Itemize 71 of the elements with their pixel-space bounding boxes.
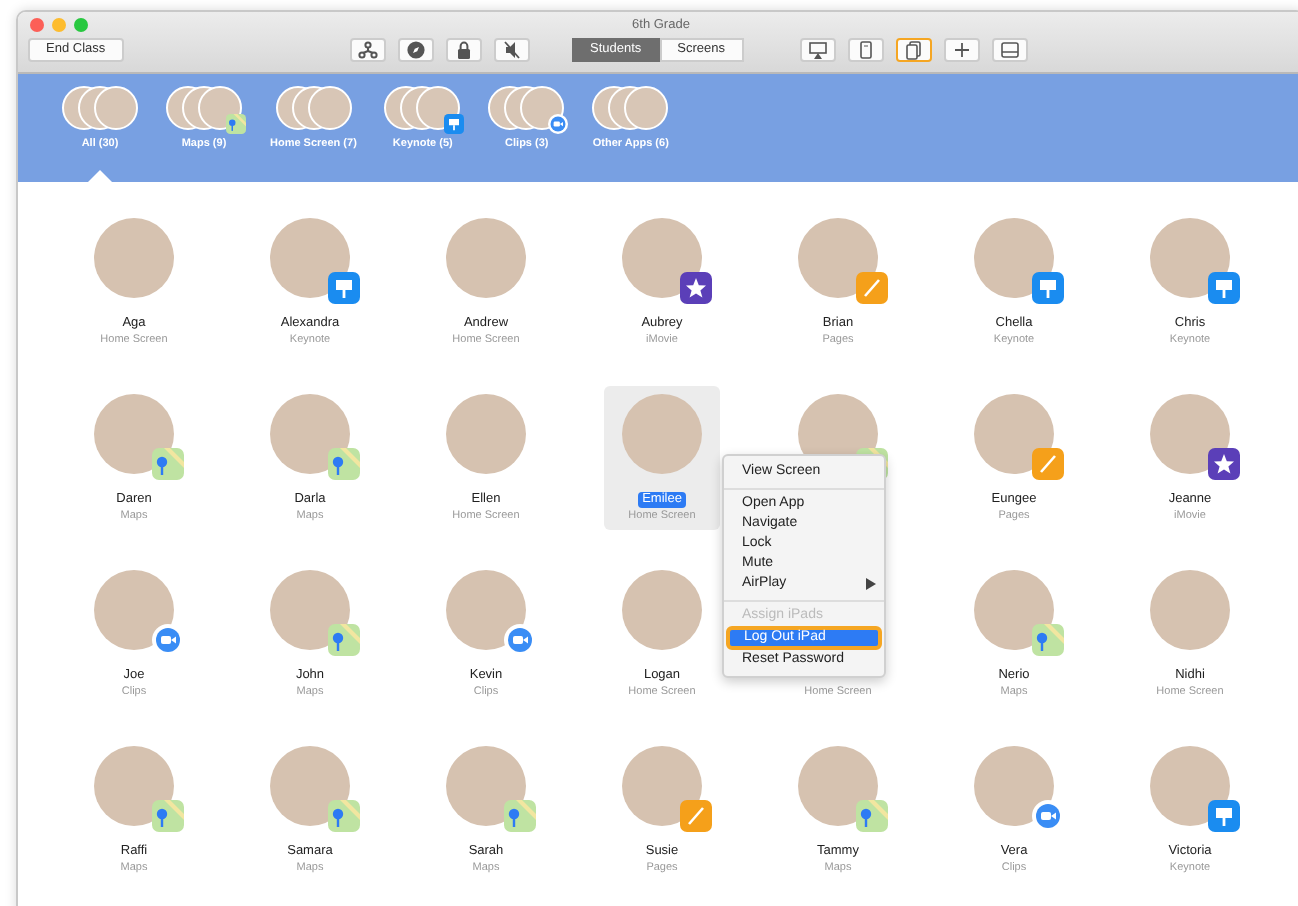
- keynote-app-icon: [1032, 272, 1064, 304]
- compass-icon: [406, 40, 426, 60]
- pen-app-icon: [856, 272, 888, 304]
- keynote-app-icon: [1208, 800, 1240, 832]
- toolbar-button[interactable]: [896, 38, 932, 62]
- avatar-placeholder: [94, 570, 174, 650]
- avatar-placeholder: [1150, 570, 1230, 650]
- tablets-icon: [904, 40, 924, 60]
- airplay-icon: [808, 40, 828, 60]
- avatar-placeholder: [1150, 746, 1230, 826]
- mute-icon: [502, 40, 522, 60]
- avatar-placeholder: [270, 218, 350, 298]
- avatar-placeholder: [622, 570, 702, 650]
- avatar-placeholder: [974, 394, 1054, 474]
- toolbar-button[interactable]: [848, 38, 884, 62]
- tablet-icon: [856, 40, 876, 60]
- map-app-icon: [328, 448, 360, 480]
- toolbar-button[interactable]: [944, 38, 980, 62]
- toolbar-button[interactable]: [398, 38, 434, 62]
- map-app-icon: [504, 800, 536, 832]
- video-app-icon: [548, 114, 569, 134]
- map-app-icon: [226, 114, 246, 134]
- submenu-arrow-icon: [866, 578, 876, 590]
- avatar-placeholder: [974, 570, 1054, 650]
- avatar-placeholder: [270, 746, 350, 826]
- toolbar-button[interactable]: [446, 38, 482, 62]
- avatar-stack: [62, 86, 138, 130]
- avatar-placeholder: [270, 394, 350, 474]
- avatar-placeholder: [622, 746, 702, 826]
- avatar-placeholder: [974, 218, 1054, 298]
- toolbar-button[interactable]: [350, 38, 386, 62]
- map-app-icon: [328, 800, 360, 832]
- video-app-icon: [152, 624, 184, 656]
- map-app-icon: [856, 800, 888, 832]
- toolbar-button[interactable]: [800, 38, 836, 62]
- avatar-placeholder: [622, 218, 702, 298]
- keynote-app-icon: [444, 114, 465, 134]
- star-app-icon: [1208, 448, 1240, 480]
- avatar-placeholder: [622, 394, 702, 474]
- toolbar-button[interactable]: [494, 38, 530, 62]
- map-app-icon: [1032, 624, 1064, 656]
- avatar-placeholder: [94, 218, 174, 298]
- keynote-app-icon: [328, 272, 360, 304]
- avatar-placeholder: [94, 746, 174, 826]
- add-icon: [952, 40, 972, 60]
- avatar-stack: [592, 86, 669, 130]
- avatar-placeholder: [1150, 218, 1230, 298]
- toolbar-button[interactable]: [992, 38, 1028, 62]
- avatar-placeholder: [798, 746, 878, 826]
- video-app-icon: [504, 624, 536, 656]
- keynote-app-icon: [1208, 272, 1240, 304]
- pen-app-icon: [1032, 448, 1064, 480]
- avatar-placeholder: [1150, 394, 1230, 474]
- avatar-placeholder: [974, 746, 1054, 826]
- tray-icon: [1000, 40, 1020, 60]
- avatar-placeholder: [94, 394, 174, 474]
- pen-app-icon: [680, 800, 712, 832]
- avatar-placeholder: [446, 218, 526, 298]
- lock-icon: [454, 40, 474, 60]
- avatar-placeholder: [798, 218, 878, 298]
- network-icon: [358, 40, 378, 60]
- map-app-icon: [152, 800, 184, 832]
- avatar-placeholder: [446, 746, 526, 826]
- map-app-icon: [328, 624, 360, 656]
- video-app-icon: [1032, 800, 1064, 832]
- avatar-placeholder: [270, 570, 350, 650]
- star-app-icon: [680, 272, 712, 304]
- avatar-placeholder: [446, 570, 526, 650]
- avatar-stack: [275, 86, 352, 130]
- map-app-icon: [152, 448, 184, 480]
- avatar-placeholder: [446, 394, 526, 474]
